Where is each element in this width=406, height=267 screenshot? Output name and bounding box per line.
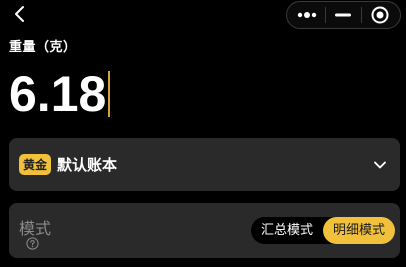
mode-option-summary[interactable]: 汇总模式 [251, 217, 323, 244]
account-name: 默认账本 [57, 156, 118, 174]
mode-card: 模式 汇总模式 明细模式 [9, 203, 400, 258]
record-target-icon [371, 6, 389, 24]
category-badge: 黄金 [19, 154, 52, 175]
text-cursor [108, 71, 110, 117]
mini-program-capsule [286, 1, 401, 29]
weight-value: 6.18 [9, 66, 107, 122]
account-selector[interactable]: 黄金 默认账本 [9, 138, 400, 191]
back-button[interactable] [10, 4, 30, 24]
weight-label: 重量（克） [9, 40, 77, 55]
minimize-button[interactable] [328, 3, 358, 27]
mode-label: 模式 [19, 219, 52, 238]
minimize-icon [335, 13, 352, 17]
mode-toggle: 汇总模式 明细模式 [250, 217, 395, 244]
more-dots-icon [298, 12, 317, 18]
capsule-divider [324, 7, 326, 23]
weight-input[interactable]: 6.18 [9, 64, 110, 124]
more-button[interactable] [292, 3, 322, 27]
mode-option-detail[interactable]: 明细模式 [322, 217, 395, 244]
close-button[interactable] [365, 3, 395, 27]
chevron-left-icon [15, 6, 24, 22]
chevron-down-icon [374, 161, 386, 168]
capsule-divider [361, 7, 363, 23]
question-circle-icon[interactable] [26, 237, 39, 250]
